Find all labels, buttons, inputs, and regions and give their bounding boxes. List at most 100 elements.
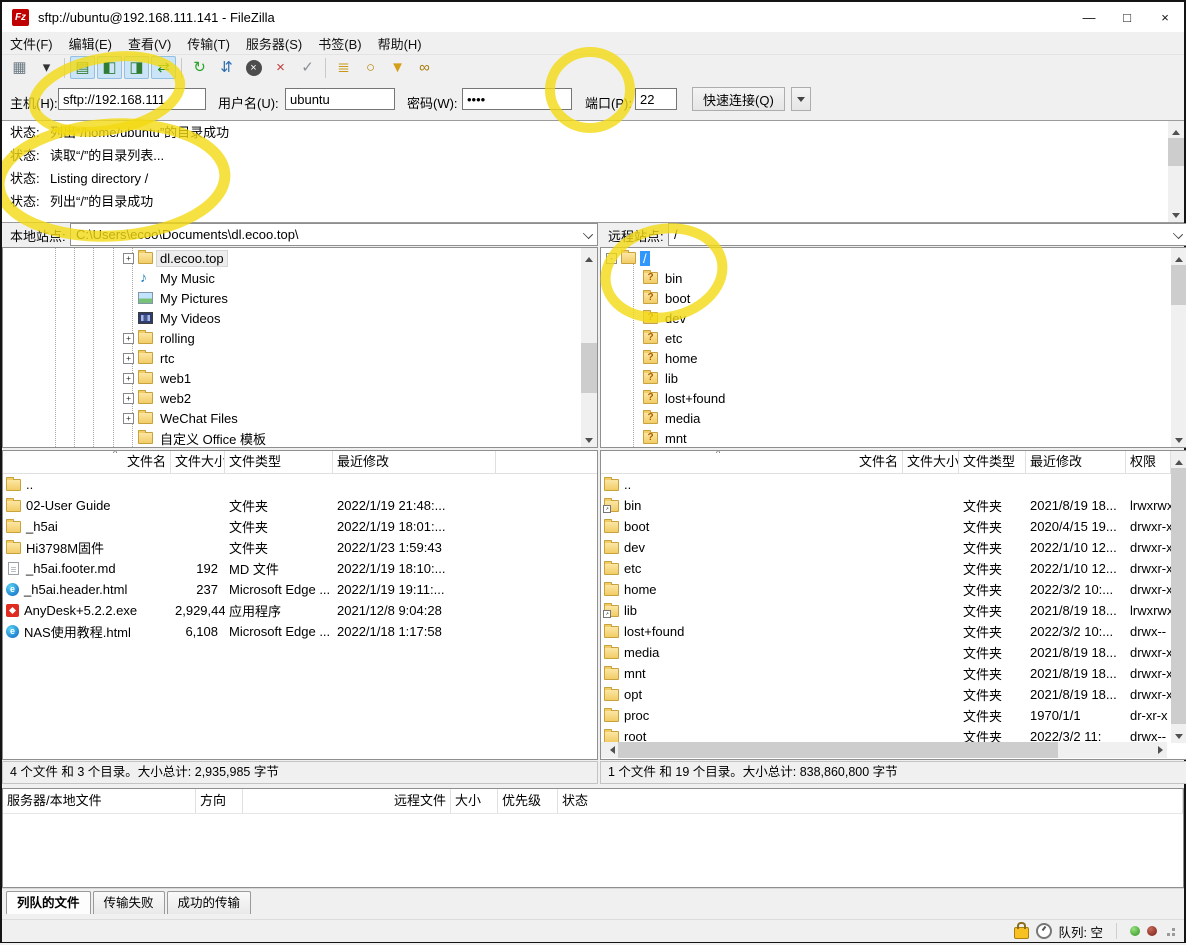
local-tree-scrollbar[interactable] xyxy=(581,248,597,447)
site-manager-button[interactable]: ▦ xyxy=(7,56,32,79)
remote-tree-item[interactable]: etc xyxy=(601,328,1186,348)
scrollbar-thumb[interactable] xyxy=(1171,468,1186,724)
remote-tree-item[interactable]: bin xyxy=(601,268,1186,288)
column-header[interactable]: 方向 xyxy=(196,789,243,813)
column-header[interactable]: 优先级 xyxy=(498,789,558,813)
tree-expander-icon[interactable]: + xyxy=(123,393,134,404)
maximize-button[interactable]: □ xyxy=(1108,2,1146,32)
site-manager-dropdown[interactable]: ▾ xyxy=(34,56,59,79)
local-tree-item[interactable]: + rtc xyxy=(3,348,597,368)
column-header[interactable]: 状态 xyxy=(558,789,1183,813)
local-site-combo[interactable]: C:\Users\ecoo\Documents\dl.ecoo.top\ xyxy=(70,223,598,246)
file-row[interactable]: mnt 文件夹 2021/8/19 18... drwxr-x xyxy=(601,663,1171,684)
password-input[interactable] xyxy=(462,88,572,110)
quickconnect-dropdown[interactable] xyxy=(791,87,811,111)
log-scrollbar[interactable] xyxy=(1168,121,1184,222)
tree-expander-icon[interactable]: + xyxy=(123,413,134,424)
column-header[interactable]: 大小 xyxy=(451,789,498,813)
column-header[interactable]: 文件类型 xyxy=(225,451,333,473)
remote-tree-item[interactable]: media xyxy=(601,408,1186,428)
scroll-left-icon[interactable] xyxy=(601,742,617,758)
file-row[interactable]: media 文件夹 2021/8/19 18... drwxr-x xyxy=(601,642,1171,663)
directory-comparison-button[interactable]: ≣ xyxy=(331,56,356,79)
queue-tab[interactable]: 列队的文件 xyxy=(6,891,91,914)
reconnect-button[interactable]: ✓ xyxy=(295,56,320,79)
tree-expander-icon[interactable]: + xyxy=(123,353,134,364)
file-row[interactable]: bin 文件夹 2021/8/19 18... lrwxrwx xyxy=(601,495,1171,516)
remote-tree-item[interactable]: mnt xyxy=(601,428,1186,448)
column-header[interactable]: 文件大小 xyxy=(171,451,225,473)
toggle-remote-tree-button[interactable]: ◨ xyxy=(124,56,149,79)
close-button[interactable]: × xyxy=(1146,2,1184,32)
menu-item[interactable]: 编辑(E) xyxy=(61,34,120,53)
file-row[interactable]: dev 文件夹 2022/1/10 12... drwxr-x xyxy=(601,537,1171,558)
local-tree-item[interactable]: My Videos xyxy=(3,308,597,328)
tree-expander-icon[interactable]: - xyxy=(606,253,617,264)
process-queue-button[interactable]: ⇵ xyxy=(214,56,239,79)
local-tree-item[interactable]: + web2 xyxy=(3,388,597,408)
column-header[interactable]: 最近修改 xyxy=(333,451,496,473)
file-row[interactable]: .. xyxy=(3,474,597,495)
file-row[interactable]: AnyDesk+5.2.2.exe 2,929,448 应用程序 2021/12… xyxy=(3,600,597,621)
column-header[interactable]: 文件名 xyxy=(601,451,903,473)
column-header[interactable]: 文件名 xyxy=(3,451,171,473)
file-search-button[interactable]: ∞ xyxy=(412,56,437,79)
scrollbar-thumb[interactable] xyxy=(1168,138,1184,166)
minimize-button[interactable]: — xyxy=(1070,2,1108,32)
scroll-up-icon[interactable] xyxy=(1168,121,1184,137)
menu-item[interactable]: 传输(T) xyxy=(179,34,238,53)
local-tree-item[interactable]: 自定义 Office 模板 xyxy=(3,428,597,448)
remote-tree-item[interactable]: lost+found xyxy=(601,388,1186,408)
toggle-local-tree-button[interactable]: ◧ xyxy=(97,56,122,79)
local-tree-item[interactable]: + rolling xyxy=(3,328,597,348)
remote-tree-item[interactable]: - / xyxy=(601,248,1186,268)
menu-item[interactable]: 查看(V) xyxy=(120,34,179,53)
file-row[interactable]: 02-User Guide 文件夹 2022/1/19 21:48:... xyxy=(3,495,597,516)
column-header[interactable]: 权限 xyxy=(1126,451,1171,473)
remote-horizontal-scrollbar[interactable] xyxy=(601,742,1167,758)
scroll-up-icon[interactable] xyxy=(1171,451,1186,467)
tree-expander-icon[interactable]: + xyxy=(123,253,134,264)
tree-expander-icon[interactable]: + xyxy=(123,373,134,384)
scroll-right-icon[interactable] xyxy=(1151,742,1167,758)
port-input[interactable] xyxy=(635,88,677,110)
menu-item[interactable]: 帮助(H) xyxy=(370,34,430,53)
file-row[interactable]: NAS使用教程.html 6,108 Microsoft Edge ... 20… xyxy=(3,621,597,642)
column-header[interactable]: 最近修改 xyxy=(1026,451,1126,473)
remote-tree-item[interactable]: lib xyxy=(601,368,1186,388)
menu-item[interactable]: 文件(F) xyxy=(2,34,61,53)
local-tree-item[interactable]: My Pictures xyxy=(3,288,597,308)
file-row[interactable]: lost+found 文件夹 2022/3/2 10:... drwx-- xyxy=(601,621,1171,642)
file-row[interactable]: etc 文件夹 2022/1/10 12... drwxr-x xyxy=(601,558,1171,579)
speed-limit-icon[interactable] xyxy=(1036,923,1052,939)
queue-tab[interactable]: 传输失败 xyxy=(93,891,165,914)
remote-tree-item[interactable]: dev xyxy=(601,308,1186,328)
queue-tab[interactable]: 成功的传输 xyxy=(167,891,252,914)
file-row[interactable]: opt 文件夹 2021/8/19 18... drwxr-x xyxy=(601,684,1171,705)
file-row[interactable]: _h5ai 文件夹 2022/1/19 18:01:... xyxy=(3,516,597,537)
column-header[interactable]: 文件类型 xyxy=(959,451,1026,473)
synchronized-browsing-button[interactable]: ○ xyxy=(358,56,383,79)
directory-listing-filters-button[interactable]: ▼ xyxy=(385,56,410,79)
scrollbar-thumb[interactable] xyxy=(1171,265,1186,305)
column-header[interactable]: 服务器/本地文件 xyxy=(3,789,196,813)
local-tree-item[interactable]: + dl.ecoo.top xyxy=(3,248,597,268)
scroll-up-icon[interactable] xyxy=(581,248,597,264)
file-row[interactable]: Hi3798M固件 文件夹 2022/1/23 1:59:43 xyxy=(3,537,597,558)
scroll-up-icon[interactable] xyxy=(1171,248,1186,264)
host-input[interactable] xyxy=(58,88,206,110)
file-row[interactable]: boot 文件夹 2020/4/15 19... drwxr-x xyxy=(601,516,1171,537)
local-tree-item[interactable]: My Music xyxy=(3,268,597,288)
scroll-down-icon[interactable] xyxy=(1171,727,1186,743)
local-tree-item[interactable]: + WeChat Files xyxy=(3,408,597,428)
quickconnect-button[interactable]: 快速连接(Q) xyxy=(692,87,785,111)
file-row[interactable]: .. xyxy=(601,474,1171,495)
scroll-down-icon[interactable] xyxy=(1168,206,1184,222)
scrollbar-thumb[interactable] xyxy=(618,742,1058,758)
menu-item[interactable]: 服务器(S) xyxy=(238,34,310,53)
file-row[interactable]: proc 文件夹 1970/1/1 dr-xr-x xyxy=(601,705,1171,726)
cancel-operation-button[interactable]: × xyxy=(241,56,266,79)
column-header[interactable]: 文件大小 xyxy=(903,451,959,473)
disconnect-button[interactable]: × xyxy=(268,56,293,79)
toggle-transfer-queue-button[interactable]: ⇄ xyxy=(151,56,176,79)
